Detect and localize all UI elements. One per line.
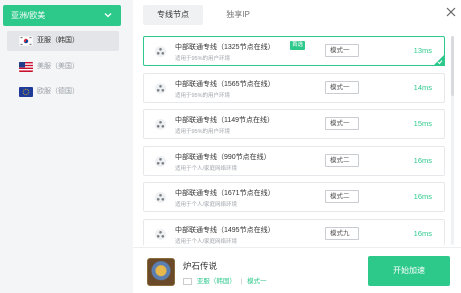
accelerator-window: 亚洲/欧美 亚服（韩国） 美服（美国） 欧服（德国） 专线节点 独享IP 中部联… [0, 0, 461, 293]
node-icon [155, 192, 166, 203]
latency-value: 16ms [413, 228, 432, 238]
usa-flag-icon [19, 62, 33, 72]
node-description: 适用于个人/家庭网络环境 [175, 165, 238, 172]
node-card[interactable]: 中部联通专线（1495节点在线） 适用于个人/家庭网络环境 模式九 16ms [143, 218, 445, 245]
region-select[interactable]: 亚洲/欧美 [3, 5, 121, 26]
korea-flag-icon [183, 277, 192, 285]
node-name: 中部联通专线（1495节点在线） [175, 226, 275, 234]
tab-dedicated-nodes[interactable]: 专线节点 [143, 5, 203, 25]
region-label: 欧服（德国） [37, 88, 79, 95]
node-description: 适用于个人/家庭网络环境 [175, 202, 238, 208]
region-label: 亚服（韩国） [37, 37, 79, 44]
node-description: 适用于95%的用户环境 [175, 92, 231, 99]
node-card[interactable]: 中部联通专线（1671节点在线） 适用于个人/家庭网络环境 模式二 16ms [143, 182, 445, 212]
close-icon[interactable] [445, 6, 457, 18]
mode-select[interactable]: 模式一 [325, 117, 359, 130]
scrollbar[interactable] [451, 36, 454, 245]
region-select-label: 亚洲/欧美 [11, 11, 46, 20]
mode-select[interactable]: 模式二 [325, 190, 359, 203]
node-icon [155, 155, 166, 167]
eu-flag-icon [19, 87, 33, 97]
node-icon [155, 228, 166, 240]
mode-select[interactable]: 模式二 [325, 153, 359, 167]
scrollbar-thumb[interactable] [451, 36, 454, 96]
mode-select[interactable]: 模式九 [325, 226, 359, 240]
sidebar: 亚洲/欧美 亚服（韩国） 美服（美国） 欧服（德国） [0, 0, 133, 293]
node-card[interactable]: 中部联通专线（990节点在线） 适用于个人/家庭网络环境 模式二 16ms [143, 145, 445, 176]
node-name: 中部联通专线（1325节点在线） [175, 44, 275, 51]
latency-value: 14ms [413, 82, 432, 92]
checkmark-icon [437, 60, 443, 65]
latency-value: 15ms [413, 119, 432, 128]
separator: | [240, 278, 243, 285]
node-description: 适用于95%的用户环境 [175, 129, 231, 135]
latency-value: 16ms [413, 192, 432, 201]
game-title: 炉石传说 [183, 261, 218, 271]
node-icon [155, 82, 166, 94]
region-item-eu[interactable]: 欧服（德国） [7, 82, 119, 102]
selected-mode[interactable]: 模式一 [247, 278, 267, 285]
region-label: 美服（美国） [37, 63, 79, 70]
region-item-us[interactable]: 美服（美国） [7, 57, 119, 77]
latency-value: 16ms [413, 155, 432, 165]
hearthstone-game-icon [147, 258, 175, 286]
node-name: 中部联通专线（1565节点在线） [175, 80, 275, 88]
node-card[interactable]: 中部联通专线（1149节点在线） 适用于95%的用户环境 模式一 15ms [143, 109, 445, 139]
chevron-down-icon [104, 13, 112, 18]
node-icon [155, 46, 166, 57]
recommended-badge: 首选 [290, 41, 306, 50]
selected-server: 亚服（韩国） [196, 278, 236, 285]
node-description: 适用于95%的用户环境 [175, 56, 231, 62]
node-list: 中部联通专线（1325节点在线） 适用于95%的用户环境 首选 模式一 13ms 中部联通… [143, 36, 445, 245]
latency-value: 13ms [413, 46, 432, 55]
start-acceleration-button[interactable]: 开始加速 [368, 256, 450, 286]
korea-flag-icon [19, 36, 33, 46]
node-name: 中部联通专线（1671节点在线） [175, 190, 275, 197]
node-card[interactable]: 中部联通专线（1325节点在线） 适用于95%的用户环境 首选 模式一 13ms [143, 36, 445, 66]
node-name: 中部联通专线（1149节点在线） [175, 117, 275, 124]
node-icon [155, 119, 166, 130]
game-meta: 亚服（韩国） | 模式一 [183, 275, 267, 285]
region-item-kr[interactable]: 亚服（韩国） [7, 31, 119, 51]
tab-exclusive-ip[interactable]: 独享IP [213, 5, 263, 25]
mode-select[interactable]: 模式一 [325, 80, 359, 94]
mode-select[interactable]: 模式一 [325, 44, 359, 57]
node-name: 中部联通专线（990节点在线） [175, 153, 271, 161]
node-description: 适用于个人/家庭网络环境 [175, 238, 238, 245]
bottom-bar: 炉石传说 亚服（韩国） | 模式一 开始加速 [133, 247, 461, 293]
node-card[interactable]: 中部联通专线（1565节点在线） 适用于95%的用户环境 模式一 14ms [143, 72, 445, 103]
